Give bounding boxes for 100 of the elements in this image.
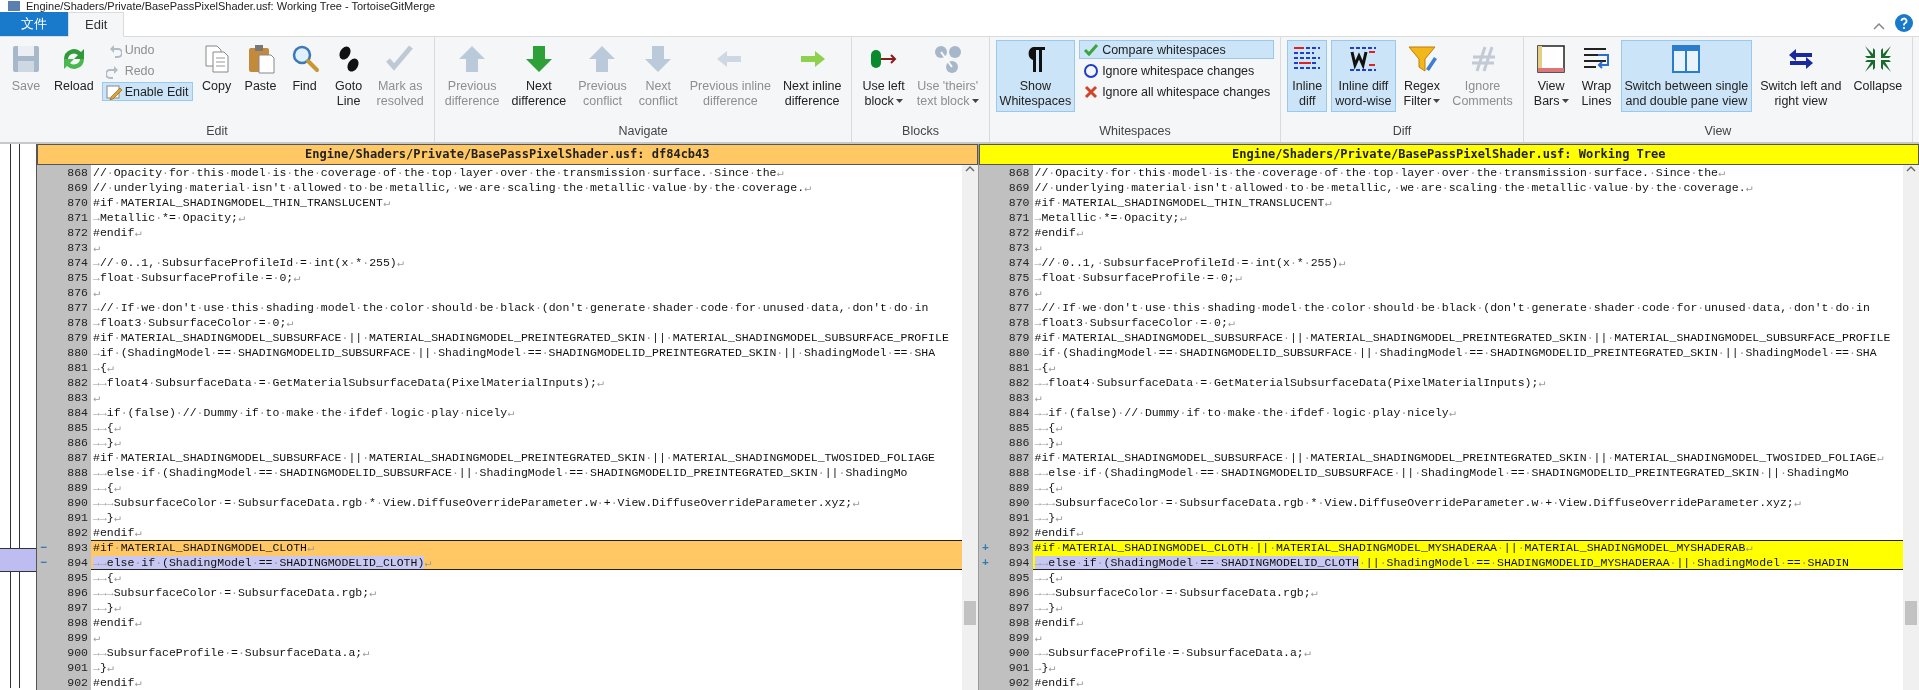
pane-header: Engine/Shaders/Private/BasePassPixelShader.usf: Working Tree (978, 144, 1919, 165)
caret-icon (895, 99, 903, 105)
code-line: #endif↵ (92, 225, 142, 240)
plus-marker: + (981, 555, 990, 570)
code-line: →→{↵ (1033, 420, 1063, 435)
ribbon-button[interactable]: Next inline difference (779, 40, 846, 112)
scrollbar-thumb[interactable] (963, 601, 976, 625)
line-number: 887 (66, 450, 89, 465)
circle-icon (1083, 62, 1100, 79)
code-line: #if·MATERIAL_SHADINGMODEL_THIN_TRANSLUCENT↵ (1033, 195, 1332, 210)
code-line: →→float4·SubsurfaceData·=·GetMaterialSubsurfaceData(PixelMaterialInputs);↵ (1033, 375, 1546, 390)
line-number: 888 (1007, 465, 1031, 480)
scrollbar-thumb[interactable] (1905, 601, 1917, 625)
code-line: →→}↵ (1033, 510, 1063, 525)
line-number: 871 (66, 210, 89, 225)
line-number: 896 (1007, 585, 1031, 600)
line-number: 873 (66, 240, 89, 255)
ribbon-button[interactable]: Next difference (507, 40, 571, 112)
line-number: 881 (1007, 360, 1031, 375)
code-line: #if·MATERIAL_SHADINGMODEL_SUBSURFACE·||·MATERIAL_SHADINGMODEL_PREINTEGRATED_SKIN·||·MATERIAL_SHADINGMODEL_TWOSIDED_FOLIAGE (92, 450, 935, 465)
line-number: 879 (1007, 330, 1031, 345)
scroll-up-icon (1906, 165, 1916, 173)
ribbon-button[interactable]: Switch left and right view (1756, 40, 1846, 112)
line-number: 885 (1007, 420, 1031, 435)
code-line: #endif↵ (1033, 525, 1083, 540)
app-icon (8, 1, 20, 11)
line-number: 889 (1007, 480, 1031, 495)
ribbon-button[interactable]: Regex Filter (1399, 40, 1445, 112)
code-line: →if·(ShadingModel·==·SHADINGMODELID_SUBSURFACE·||·ShadingModel·==·SHADINGMODELID_PREINTEGRATED_SKIN·||·ShadingModel·==·SHA (92, 345, 936, 360)
ribbon-button[interactable]: Switch between single and double pane view (1620, 40, 1753, 112)
line-number: 873 (1007, 240, 1031, 255)
line-number: 892 (1007, 525, 1031, 540)
line-number: 875 (1007, 270, 1031, 285)
code-line: ↵ (92, 285, 100, 300)
line-number: 902 (1007, 675, 1031, 690)
ribbon-button[interactable]: Paste (240, 40, 281, 97)
two-pane-icon (1670, 43, 1703, 75)
code-line: →float3·SubsurfaceColor·=·0;↵ (92, 315, 294, 330)
code-line: →//·If·we·don't·use·this·shading·model·the·color·should·be·black·(don't·generate·shader·code·for·unused·data,·don't·do·in (92, 300, 929, 315)
line-number: 901 (1007, 660, 1031, 675)
line-number: 897 (66, 600, 89, 615)
code-line: →→}↵ (92, 600, 121, 615)
line-number: 882 (66, 375, 89, 390)
line-number: 878 (66, 315, 89, 330)
code-line: #endif↵ (1033, 615, 1083, 630)
code-line: →//·0..1,·SubsurfaceProfileId·=·int(x·*·255)↵ (1033, 255, 1346, 270)
ribbon-button[interactable]: Ignore whitespace changes (1079, 61, 1275, 80)
ribbon-button[interactable]: Collapse (1849, 40, 1907, 97)
group-label: Blocks (901, 124, 940, 140)
line-number: 871 (1007, 210, 1031, 225)
ribbon-button[interactable]: Ignore all whitespace changes (1079, 82, 1275, 101)
code-line: #endif↵ (1033, 225, 1083, 240)
ribbon-button[interactable]: Use left block (858, 40, 909, 112)
code-line: #endif↵ (92, 615, 142, 630)
ribbon-button[interactable]: Wrap Lines (1576, 40, 1617, 112)
code-line: //·underlying·material·isn't·allowed·to·be·metallic,·we·are·scaling·the·metallic·value·by·the·coverage.↵ (92, 180, 811, 195)
ribbon-button[interactable]: View Bars (1529, 40, 1573, 112)
line-number: 886 (66, 435, 89, 450)
line-number: 889 (66, 480, 89, 495)
code-line: →{↵ (92, 360, 114, 375)
ribbon-button[interactable]: Show Whitespaces (995, 40, 1076, 112)
code-line: #if·MATERIAL_SHADINGMODEL_CLOTH·||·MATERIAL_SHADINGMODEL_MYSHADERAA·||·MATERIAL_SHADINGMODEL_MYSHADERAB↵ (1033, 540, 1753, 555)
code-line: →→SubsurfaceProfile·=·SubsurfaceData.a;↵ (1033, 645, 1311, 660)
code-line: →→}↵ (92, 435, 121, 450)
ribbon-button[interactable]: Reload (50, 40, 98, 97)
code-line: →→float4·SubsurfaceData·=·GetMaterialSubsurfaceData(PixelMaterialInputs);↵ (92, 375, 604, 390)
window-title: Engine/Shaders/Private/BasePassPixelShader.usf: Working Tree - TortoiseGitMerge (26, 0, 436, 12)
ribbon-tab[interactable]: Edit (68, 12, 125, 37)
panel-icon (1535, 43, 1568, 75)
ribbon-button[interactable]: Inline diff (1287, 40, 1328, 112)
line-number: 881 (66, 360, 89, 375)
code-line: →Metallic·*=·Opacity;↵ (92, 210, 245, 225)
code-line: #if·MATERIAL_SHADINGMODEL_SUBSURFACE·||·MATERIAL_SHADINGMODEL_PREINTEGRATED_SKIN·||·MATERIAL_SHADINGMODEL_TWOSIDED_FOLIAGE↵ (1033, 450, 1884, 465)
line-number: 868 (1007, 165, 1031, 180)
line-number: 874 (1007, 255, 1031, 270)
line-number: 872 (1007, 225, 1031, 240)
code-line: →→}↵ (92, 510, 121, 525)
line-number: 895 (1007, 570, 1031, 585)
line-number: 891 (1007, 510, 1031, 525)
code-line: →→else·if·(ShadingModel·==·SHADINGMODELID_SUBSURFACE·||·ShadingModel·==·SHADINGMODELID_PREINTEGRATED_SKIN·||·ShadingMo (92, 465, 908, 480)
code-line: →→}↵ (1033, 600, 1063, 615)
ribbon-button[interactable]: Find (284, 40, 325, 97)
code-line: →if·(ShadingModel·==·SHADINGMODELID_SUBSURFACE·||·ShadingModel·==·SHADINGMODELID_PREINTEGRATED_SKIN·||·ShadingModel·==·SHA (1033, 345, 1877, 360)
group-label: Navigate (617, 124, 669, 140)
checkmark-icon (1083, 41, 1100, 58)
line-number: 900 (1007, 645, 1031, 660)
ribbon-button[interactable]: Inline diff word-wise (1331, 40, 1396, 112)
line-number: 877 (66, 300, 89, 315)
ribbon-tab[interactable]: 文件 (0, 12, 68, 36)
line-number: 876 (1007, 285, 1031, 300)
code-line: →float·SubsurfaceProfile·=·0;↵ (1033, 270, 1242, 285)
ribbon-button[interactable]: Compare whitespaces (1079, 40, 1275, 59)
line-number: 872 (66, 225, 89, 240)
code-line: →Metallic·*=·Opacity;↵ (1033, 210, 1187, 225)
code-line: →//·If·we·don't·use·this·shading·model·the·color·should·be·black·(don't·generate·shader·code·for·unused·data,·don't·do·in (1033, 300, 1870, 315)
ribbon-button[interactable]: Enable Edit (101, 82, 193, 101)
ribbon-button[interactable]: Copy (196, 40, 237, 97)
line-number: 877 (1007, 300, 1031, 315)
ribbon-button[interactable]: Goto Line (328, 40, 369, 112)
line-number: 890 (66, 495, 89, 510)
